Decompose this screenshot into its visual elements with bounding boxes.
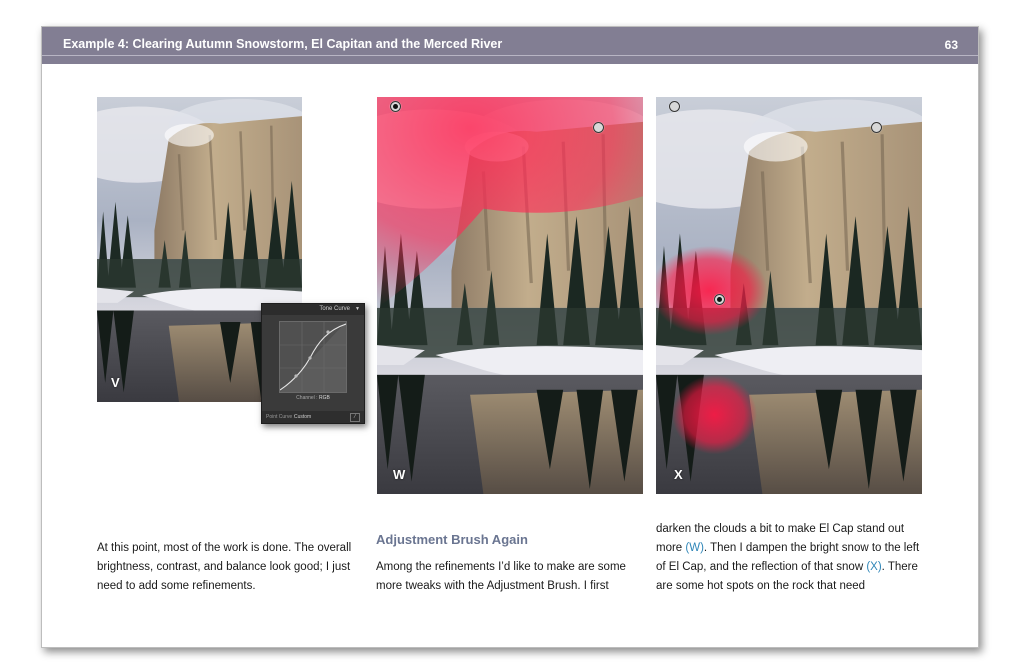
header-rule	[42, 55, 978, 56]
figure-x-photo: X	[656, 97, 922, 494]
body-column-3: darken the clouds a bit to make El Cap s…	[656, 520, 922, 596]
book-page: Example 4: Clearing Autumn Snowstorm, El…	[41, 26, 979, 648]
adjustment-pin[interactable]	[669, 101, 680, 112]
page-header-title: Example 4: Clearing Autumn Snowstorm, El…	[63, 37, 503, 51]
adjustment-pin-active[interactable]	[390, 101, 401, 112]
channel-value[interactable]: RGB	[319, 395, 330, 401]
collapse-triangle-icon[interactable]: ▼	[355, 306, 360, 312]
figure-w-photo: W	[377, 97, 643, 494]
figure-v-label: V	[111, 375, 120, 390]
page-number: 63	[944, 38, 958, 52]
section-heading: Adjustment Brush Again	[376, 532, 528, 547]
body-column-1: At this point, most of the work is done.…	[97, 542, 352, 592]
adjustment-pin-active[interactable]	[714, 294, 725, 305]
body-column-2: Among the refinements I’d like to make a…	[376, 561, 626, 592]
tone-curve-header: Tone Curve ▼	[262, 304, 364, 315]
tone-curve-panel[interactable]: Tone Curve ▼ Channel : RGB Point Curve :…	[261, 303, 365, 424]
figure-w-label: W	[393, 467, 406, 482]
point-curve-row: Point Curve : Custom ⁄	[262, 411, 364, 423]
edit-curve-icon[interactable]: ⁄	[350, 413, 360, 422]
figure-x-label: X	[674, 467, 683, 482]
tone-curve-channel[interactable]: Channel : RGB	[262, 395, 364, 401]
tone-curve-graph[interactable]	[279, 321, 347, 393]
figure-reference-x[interactable]: (X)	[866, 561, 881, 573]
page-header-bar: Example 4: Clearing Autumn Snowstorm, El…	[42, 27, 978, 64]
point-curve-value[interactable]: Custom	[294, 414, 311, 420]
adjustment-pin[interactable]	[593, 122, 604, 133]
channel-label: Channel :	[296, 395, 318, 401]
adjustment-pin[interactable]	[871, 122, 882, 133]
figure-reference-w[interactable]: (W)	[685, 542, 704, 554]
point-curve-label: Point Curve :	[266, 414, 295, 420]
tone-curve-title: Tone Curve	[319, 306, 350, 312]
